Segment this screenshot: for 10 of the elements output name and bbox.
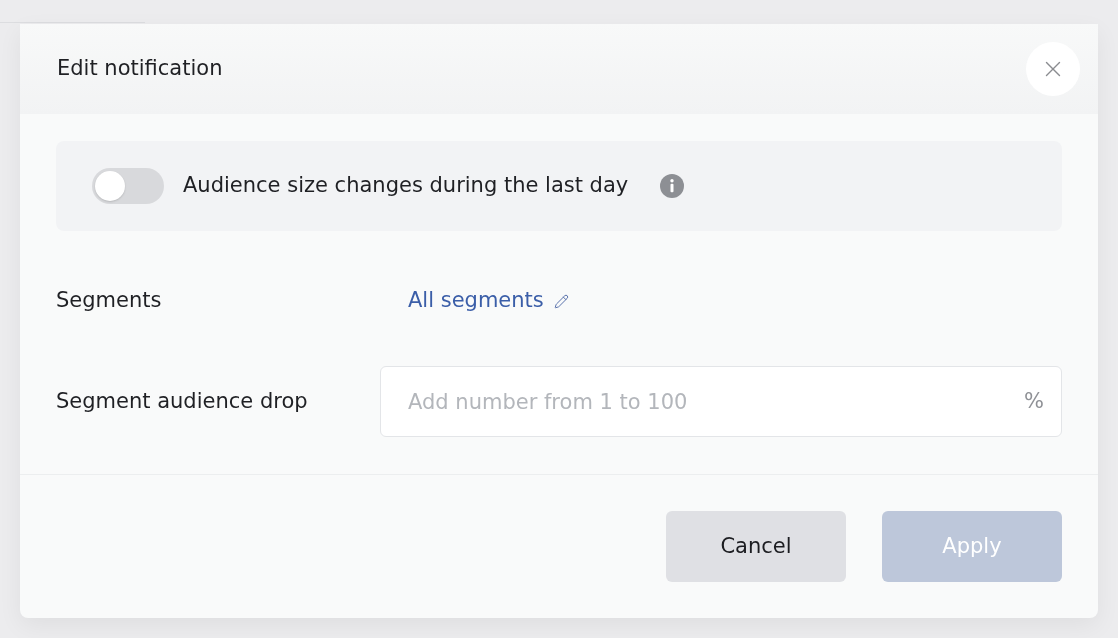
field-label: Segments [56, 287, 163, 315]
field-label: Segment audience drop [56, 387, 309, 415]
pencil-icon [553, 293, 569, 309]
cancel-button[interactable]: Cancel [666, 511, 846, 582]
percent-unit: % [1024, 387, 1044, 415]
segments-link[interactable]: All segments [408, 285, 569, 317]
toggle-switch[interactable] [92, 168, 164, 204]
alert-label: Audience size changes during the last day [183, 172, 629, 200]
info-icon [660, 174, 685, 198]
dialog-title: Edit notification [57, 55, 223, 83]
